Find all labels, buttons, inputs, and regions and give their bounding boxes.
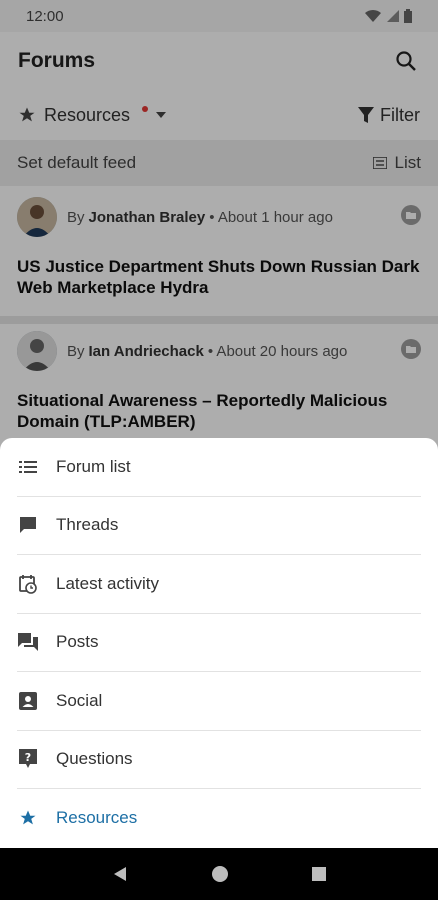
menu-item-resources[interactable]: Resources	[17, 789, 421, 848]
menu-item-forum-list[interactable]: Forum list	[17, 438, 421, 497]
app-screen: 12:00 Forums Resources Filter Set defaul…	[0, 0, 438, 900]
menu-item-label: Latest activity	[56, 573, 159, 593]
menu-item-latest-activity[interactable]: Latest activity	[17, 555, 421, 614]
star-icon	[17, 807, 39, 829]
home-icon[interactable]	[211, 865, 229, 883]
back-icon[interactable]	[111, 865, 129, 883]
menu-item-questions[interactable]: ? Questions	[17, 731, 421, 789]
forum-icon	[17, 631, 39, 653]
menu-item-label: Resources	[56, 808, 138, 828]
svg-text:?: ?	[25, 751, 31, 764]
system-nav-bar	[0, 848, 438, 900]
menu-item-label: Forum list	[56, 456, 131, 476]
calendar-clock-icon	[17, 573, 39, 595]
list-icon	[17, 456, 39, 478]
recents-icon[interactable]	[311, 866, 327, 882]
bottom-sheet: Forum list Threads Latest activity Posts…	[0, 438, 438, 848]
question-bubble-icon: ?	[17, 748, 39, 770]
menu-item-social[interactable]: Social	[17, 672, 421, 731]
contact-card-icon	[17, 690, 39, 712]
menu-item-threads[interactable]: Threads	[17, 497, 421, 555]
menu-item-label: Questions	[56, 749, 133, 769]
menu-item-label: Posts	[56, 632, 99, 652]
menu-item-label: Threads	[56, 515, 119, 535]
chat-bubble-icon	[17, 514, 39, 536]
menu-item-label: Social	[56, 690, 103, 710]
menu-item-posts[interactable]: Posts	[17, 614, 421, 672]
